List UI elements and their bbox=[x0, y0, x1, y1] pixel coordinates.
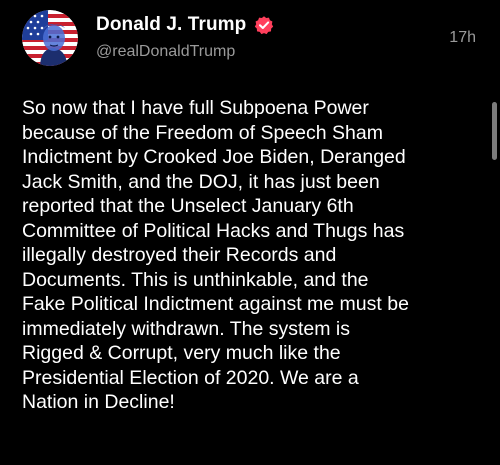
verified-badge-icon bbox=[254, 15, 274, 35]
post-body-line: Committee of Political Hacks and Thugs h… bbox=[22, 219, 405, 242]
post-body-line: Nation in Decline! bbox=[22, 391, 175, 413]
scrollbar-thumb[interactable] bbox=[492, 102, 497, 160]
avatar-image bbox=[22, 10, 78, 66]
post: Donald J. Trump @realDonaldTrump 17h So … bbox=[0, 0, 500, 465]
post-body-line: Jack Smith, and the DOJ, it has just bee… bbox=[22, 170, 380, 193]
post-body-line: Rigged & Corrupt, very much like the bbox=[22, 342, 341, 364]
post-body-line: because of the Freedom of Speech Sham bbox=[22, 121, 383, 144]
post-body-line: illegally destroyed their Records and bbox=[22, 244, 337, 266]
post-body-line: Fake Political Indictment against me mus… bbox=[22, 293, 409, 315]
post-body-line: immediately withdrawn. The system is bbox=[22, 317, 350, 340]
post-timestamp[interactable]: 17h bbox=[449, 29, 476, 47]
avatar[interactable] bbox=[22, 10, 78, 66]
author-name-row: Donald J. Trump bbox=[96, 14, 274, 36]
post-body-line: reported that the Unselect January 6th bbox=[22, 195, 354, 217]
post-body: So now that I have full Subpoena Power b… bbox=[22, 96, 484, 415]
post-body-line: Presidential Election of 2020. We are a bbox=[22, 366, 359, 389]
post-body-line: Indictment by Crooked Joe Biden, Derange… bbox=[22, 146, 406, 168]
post-body-line: Documents. This is unthinkable, and the bbox=[22, 268, 369, 291]
author-handle[interactable]: @realDonaldTrump bbox=[96, 43, 235, 61]
post-body-line: So now that I have full Subpoena Power bbox=[22, 97, 369, 119]
author-display-name[interactable]: Donald J. Trump bbox=[96, 14, 246, 36]
